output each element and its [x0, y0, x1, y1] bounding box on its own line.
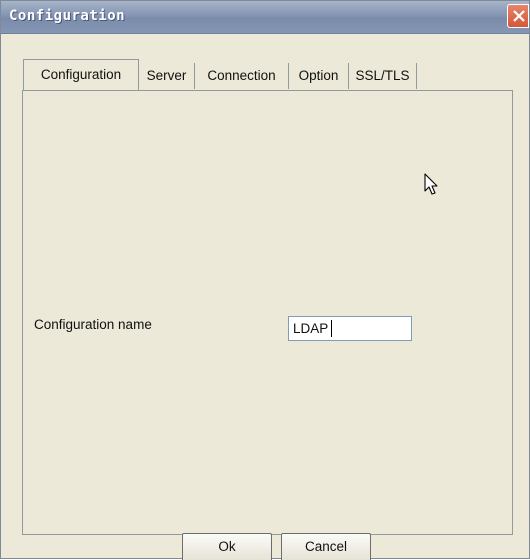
tab-server[interactable]: Server	[139, 63, 195, 89]
tab-server-label: Server	[146, 68, 187, 83]
tab-option[interactable]: Option	[289, 63, 349, 89]
mouse-pointer-icon	[424, 173, 440, 201]
configuration-dialog: Configuration Configuration Server Conne…	[0, 0, 530, 560]
configuration-name-label: Configuration name	[34, 317, 152, 332]
configuration-name-input[interactable]	[288, 316, 412, 341]
tab-option-label: Option	[298, 68, 339, 83]
tab-ssl-tls[interactable]: SSL/TLS	[349, 63, 417, 89]
close-button[interactable]	[507, 4, 529, 28]
close-icon	[513, 10, 525, 22]
tab-configuration[interactable]: Configuration	[23, 59, 139, 90]
ok-button[interactable]: Ok	[182, 533, 272, 560]
tab-connection-label: Connection	[207, 68, 276, 83]
ok-button-label: Ok	[218, 539, 236, 554]
window-title: Configuration	[9, 8, 126, 24]
text-caret	[331, 320, 332, 337]
tab-configuration-label: Configuration	[40, 67, 122, 82]
cancel-button[interactable]: Cancel	[281, 533, 371, 560]
tab-ssl-tls-label: SSL/TLS	[355, 68, 410, 83]
title-bar[interactable]: Configuration	[1, 1, 529, 34]
tab-panel	[22, 90, 513, 535]
cancel-button-label: Cancel	[304, 539, 348, 554]
tab-connection[interactable]: Connection	[195, 63, 289, 89]
